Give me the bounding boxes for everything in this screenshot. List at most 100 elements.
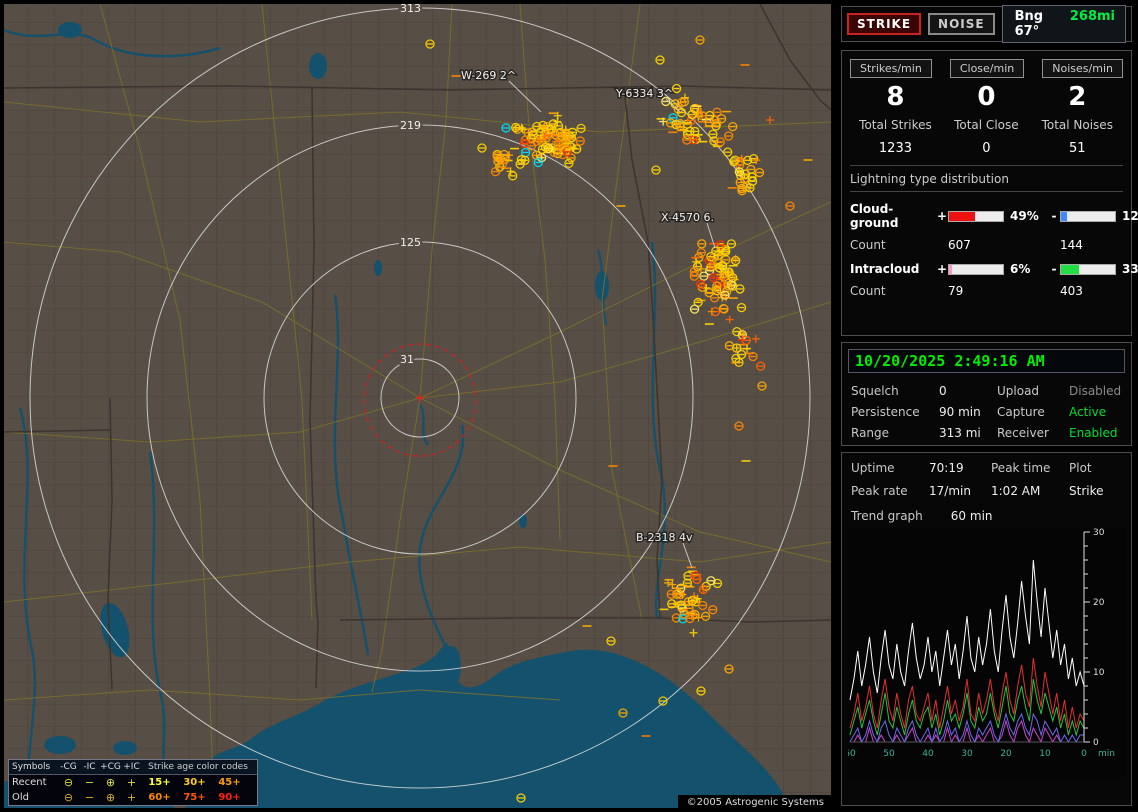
minus-sign: - bbox=[1051, 209, 1057, 223]
lake bbox=[374, 260, 382, 276]
receiver-value: Enabled bbox=[1069, 426, 1118, 440]
ring-label: 125 bbox=[400, 236, 421, 249]
trend-panel: Uptime 70:19 Peak time Plot Peak rate 17… bbox=[841, 452, 1132, 806]
cg-positive-bar bbox=[948, 210, 1004, 222]
legend-col-pos-ic: +IC bbox=[123, 762, 140, 772]
mode-panel: STRIKE NOISE Bng 67° 268mi bbox=[841, 5, 1132, 43]
strikes-per-min-label: Strikes/min bbox=[850, 59, 932, 78]
noises-per-min-label: Noises/min bbox=[1042, 59, 1123, 78]
legend-col-neg-cg: -CG bbox=[60, 762, 77, 772]
circle-minus-icon: ⊖ bbox=[63, 791, 74, 804]
total-strikes-value: 1233 bbox=[878, 141, 912, 156]
storm-cell-label: X-4570 6. bbox=[661, 211, 714, 224]
intracloud-row: Intracloud + 6% - 33% bbox=[850, 262, 1138, 276]
x-tick-label: 10 bbox=[1039, 749, 1051, 759]
totals-row: Total Strikes 1233 Total Close 0 Total N… bbox=[850, 118, 1123, 156]
rate-values-row: 8 0 2 bbox=[850, 82, 1123, 112]
age-75: 75+ bbox=[183, 792, 206, 803]
legend-col-neg-ic: -IC bbox=[83, 762, 96, 772]
range-label: Range bbox=[851, 426, 890, 440]
trend-chart: 30201006050403020100min bbox=[848, 528, 1125, 778]
noise-mode-button[interactable]: NOISE bbox=[928, 13, 995, 35]
trend-label-row: Trend graph 60 min bbox=[848, 509, 1125, 523]
noises-per-min-value: 2 bbox=[1068, 82, 1087, 112]
total-noises-label: Total Noises bbox=[1041, 118, 1113, 132]
x-tick-label: 40 bbox=[922, 749, 934, 759]
lake bbox=[44, 736, 76, 754]
intracloud-label: Intracloud bbox=[850, 262, 920, 276]
ic-negative-bar bbox=[1060, 263, 1116, 275]
squelch-label: Squelch bbox=[851, 384, 899, 398]
lightning-map[interactable]: 313 219 125 31 W-269 2^ Y-6334 3^ X-4570 6. B-2… bbox=[0, 0, 835, 812]
distribution-title: Lightning type distribution bbox=[850, 172, 1123, 192]
distance-value: 268mi bbox=[1069, 9, 1115, 24]
ring-label: 219 bbox=[400, 119, 421, 132]
squelch-value: 0 bbox=[939, 384, 947, 398]
lake bbox=[519, 514, 527, 528]
cloud-ground-count-row: Count 607 144 bbox=[850, 238, 1123, 252]
trend-graph-label: Trend graph bbox=[851, 509, 923, 523]
age-30: 30+ bbox=[183, 777, 206, 788]
total-close-value: 0 bbox=[982, 141, 991, 156]
plot-value: Strike bbox=[1069, 484, 1104, 498]
ring-label: 313 bbox=[400, 2, 421, 15]
receiver-label: Receiver bbox=[997, 426, 1049, 440]
minus-sign: - bbox=[1051, 262, 1057, 276]
map-area[interactable]: 313 219 125 31 W-269 2^ Y-6334 3^ X-4570 6. B-2… bbox=[0, 0, 835, 812]
status-panel: 10/20/2025 2:49:16 AM Squelch 0 Upload D… bbox=[841, 342, 1132, 446]
persistence-value: 90 min bbox=[939, 405, 981, 419]
x-axis-unit: min bbox=[1098, 749, 1115, 759]
bearing-value: Bng 67° bbox=[1014, 9, 1044, 39]
plus-sign: + bbox=[936, 209, 948, 223]
strike-symbol bbox=[560, 129, 571, 139]
divider bbox=[850, 165, 1123, 166]
bearing-readout: Bng 67° 268mi bbox=[1001, 5, 1126, 43]
storm-cell-label: Y-6334 3^ bbox=[615, 87, 673, 100]
ic-negative-count: 403 bbox=[1060, 284, 1083, 298]
age-60: 60+ bbox=[148, 792, 171, 803]
strike-symbol bbox=[713, 250, 723, 261]
lake bbox=[113, 741, 137, 755]
circle-plus-icon: ⊕ bbox=[105, 791, 116, 804]
x-tick-label: 50 bbox=[883, 749, 895, 759]
strike-mode-button[interactable]: STRIKE bbox=[847, 13, 922, 35]
plus-icon: + bbox=[126, 791, 137, 804]
ring-label: 31 bbox=[400, 353, 414, 366]
lake bbox=[309, 53, 327, 79]
strike-symbol bbox=[511, 122, 521, 133]
y-tick-label: 0 bbox=[1093, 738, 1099, 748]
ic-positive-bar bbox=[948, 263, 1004, 275]
legend-old-label: Old bbox=[12, 792, 29, 803]
status-grid: Squelch 0 Upload Disabled Persistence 90… bbox=[848, 384, 1125, 440]
legend-symbols-header: Symbols bbox=[12, 762, 51, 772]
x-tick-label: 0 bbox=[1081, 749, 1087, 759]
x-tick-label: 20 bbox=[1000, 749, 1012, 759]
peak-time-label: Peak time bbox=[991, 461, 1051, 475]
count-label: Count bbox=[850, 238, 886, 252]
peak-time-value: 1:02 AM bbox=[991, 484, 1041, 498]
peak-rate-value: 17/min bbox=[929, 484, 971, 498]
minus-icon: − bbox=[84, 776, 95, 789]
datetime-display: 10/20/2025 2:49:16 AM bbox=[848, 349, 1125, 373]
rate-labels-row: Strikes/min Close/min Noises/min bbox=[850, 59, 1123, 78]
x-tick-label: 60 bbox=[848, 749, 856, 759]
legend-recent-label: Recent bbox=[12, 777, 47, 788]
circle-plus-icon: ⊕ bbox=[105, 776, 116, 789]
cloud-ground-row: Cloud-ground + 49% - 12% bbox=[850, 202, 1138, 230]
plus-icon: + bbox=[126, 776, 137, 789]
legend-recent-row: Recent ⊖ − ⊕ + 15+ 30+ 45+ bbox=[9, 775, 257, 790]
count-label: Count bbox=[850, 284, 886, 298]
x-tick-label: 30 bbox=[961, 749, 973, 759]
capture-value: Active bbox=[1069, 405, 1107, 419]
intracloud-count-row: Count 79 403 bbox=[850, 284, 1123, 298]
cg-positive-pct: 49% bbox=[1010, 209, 1039, 223]
cloud-ground-label: Cloud-ground bbox=[850, 202, 899, 230]
ic-negative-pct: 33% bbox=[1122, 262, 1138, 276]
stats-panel: Strikes/min Close/min Noises/min 8 0 2 T… bbox=[841, 50, 1138, 336]
plot-label: Plot bbox=[1069, 461, 1092, 475]
perf-grid: Uptime 70:19 Peak time Plot Peak rate 17… bbox=[848, 459, 1125, 498]
cg-negative-bar bbox=[1060, 210, 1116, 222]
uptime-label: Uptime bbox=[851, 461, 895, 475]
capture-label: Capture bbox=[997, 405, 1045, 419]
cg-negative-count: 144 bbox=[1060, 238, 1083, 252]
